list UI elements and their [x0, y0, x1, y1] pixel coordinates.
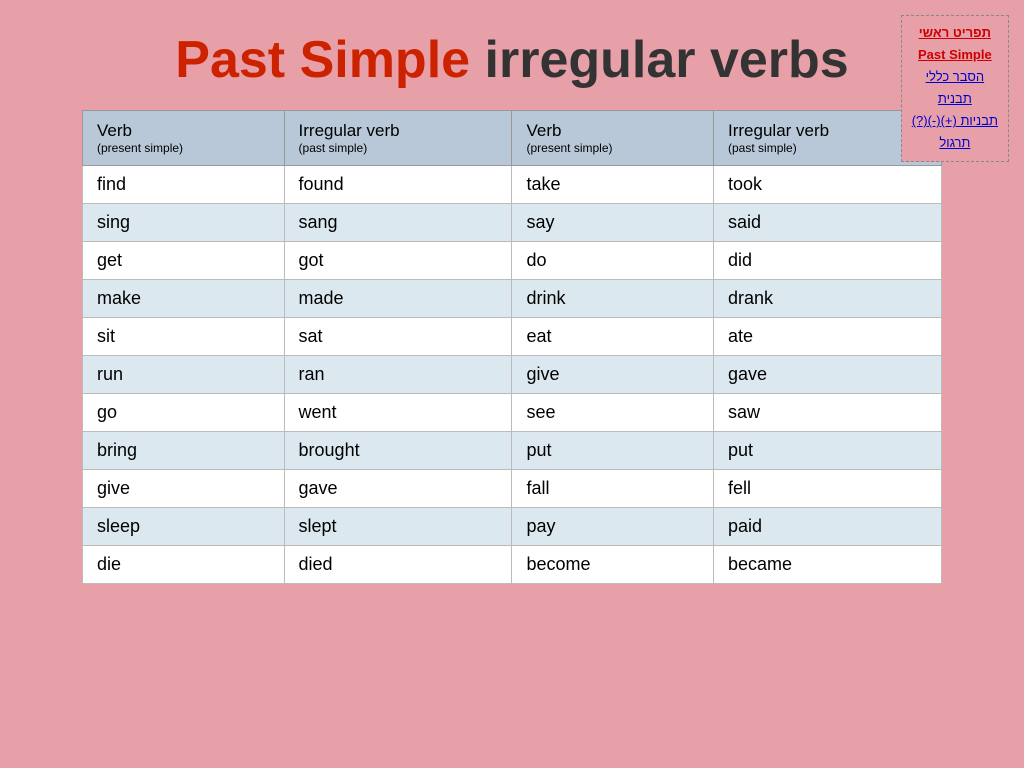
title-past-simple: Past Simple: [175, 31, 470, 89]
table-cell-8-0: give: [83, 470, 285, 508]
table-cell-4-0: sit: [83, 318, 285, 356]
table-cell-10-3: became: [714, 546, 942, 584]
table-cell-7-1: brought: [284, 432, 512, 470]
page-title: Past Simple irregular verbs: [30, 20, 994, 90]
page-container: תפריט ראשי Past Simple הסבר כללי תבנית ת…: [0, 0, 1024, 768]
nav-link-pattern[interactable]: תבנית: [912, 88, 998, 110]
table-cell-9-0: sleep: [83, 508, 285, 546]
table-row: makemadedrinkdrank: [83, 280, 942, 318]
nav-link-practice[interactable]: תרגול: [912, 132, 998, 154]
table-row: bringbroughtputput: [83, 432, 942, 470]
nav-link-patterns-plus[interactable]: תבניות (+)(-)(?): [912, 110, 998, 132]
nav-link-explanation[interactable]: הסבר כללי: [912, 66, 998, 88]
table-row: sleepsleptpaypaid: [83, 508, 942, 546]
table-cell-4-1: sat: [284, 318, 512, 356]
table-header-row: Verb (present simple) Irregular verb (pa…: [83, 111, 942, 166]
table-cell-1-1: sang: [284, 204, 512, 242]
table-cell-10-0: die: [83, 546, 285, 584]
header-irregular-past-1: Irregular verb (past simple): [284, 111, 512, 166]
table-cell-2-1: got: [284, 242, 512, 280]
table-cell-1-3: said: [714, 204, 942, 242]
header-verb-present-2: Verb (present simple): [512, 111, 714, 166]
nav-link-main[interactable]: תפריט ראשי: [912, 22, 998, 44]
table-cell-8-3: fell: [714, 470, 942, 508]
table-row: singsangsaysaid: [83, 204, 942, 242]
table-cell-0-3: took: [714, 166, 942, 204]
table-cell-2-2: do: [512, 242, 714, 280]
table-row: findfoundtaketook: [83, 166, 942, 204]
table-row: givegavefallfell: [83, 470, 942, 508]
table-row: sitsateatate: [83, 318, 942, 356]
table-cell-3-3: drank: [714, 280, 942, 318]
table-cell-7-0: bring: [83, 432, 285, 470]
table-cell-6-3: saw: [714, 394, 942, 432]
table-cell-9-3: paid: [714, 508, 942, 546]
table-cell-7-2: put: [512, 432, 714, 470]
nav-link-past-simple[interactable]: Past Simple: [912, 44, 998, 66]
table-cell-5-3: gave: [714, 356, 942, 394]
table-cell-1-0: sing: [83, 204, 285, 242]
table-cell-0-2: take: [512, 166, 714, 204]
verbs-table-container: Verb (present simple) Irregular verb (pa…: [82, 110, 942, 584]
table-cell-7-3: put: [714, 432, 942, 470]
table-cell-4-2: eat: [512, 318, 714, 356]
table-cell-6-1: went: [284, 394, 512, 432]
table-cell-0-1: found: [284, 166, 512, 204]
table-cell-6-0: go: [83, 394, 285, 432]
table-cell-4-3: ate: [714, 318, 942, 356]
title-irregular-verbs-text: irregular verbs: [485, 31, 849, 89]
table-cell-5-2: give: [512, 356, 714, 394]
table-cell-1-2: say: [512, 204, 714, 242]
table-cell-3-2: drink: [512, 280, 714, 318]
verbs-table: Verb (present simple) Irregular verb (pa…: [82, 110, 942, 584]
table-cell-5-0: run: [83, 356, 285, 394]
table-cell-2-3: did: [714, 242, 942, 280]
table-cell-9-2: pay: [512, 508, 714, 546]
table-cell-8-2: fall: [512, 470, 714, 508]
nav-box: תפריט ראשי Past Simple הסבר כללי תבנית ת…: [901, 15, 1009, 162]
table-cell-3-1: made: [284, 280, 512, 318]
table-cell-10-2: become: [512, 546, 714, 584]
table-cell-2-0: get: [83, 242, 285, 280]
table-row: getgotdodid: [83, 242, 942, 280]
header-verb-present-1: Verb (present simple): [83, 111, 285, 166]
table-cell-3-0: make: [83, 280, 285, 318]
table-cell-8-1: gave: [284, 470, 512, 508]
table-row: diediedbecomebecame: [83, 546, 942, 584]
table-row: runrangivegave: [83, 356, 942, 394]
table-row: gowentseesaw: [83, 394, 942, 432]
table-cell-9-1: slept: [284, 508, 512, 546]
table-cell-6-2: see: [512, 394, 714, 432]
table-cell-0-0: find: [83, 166, 285, 204]
table-cell-10-1: died: [284, 546, 512, 584]
table-cell-5-1: ran: [284, 356, 512, 394]
